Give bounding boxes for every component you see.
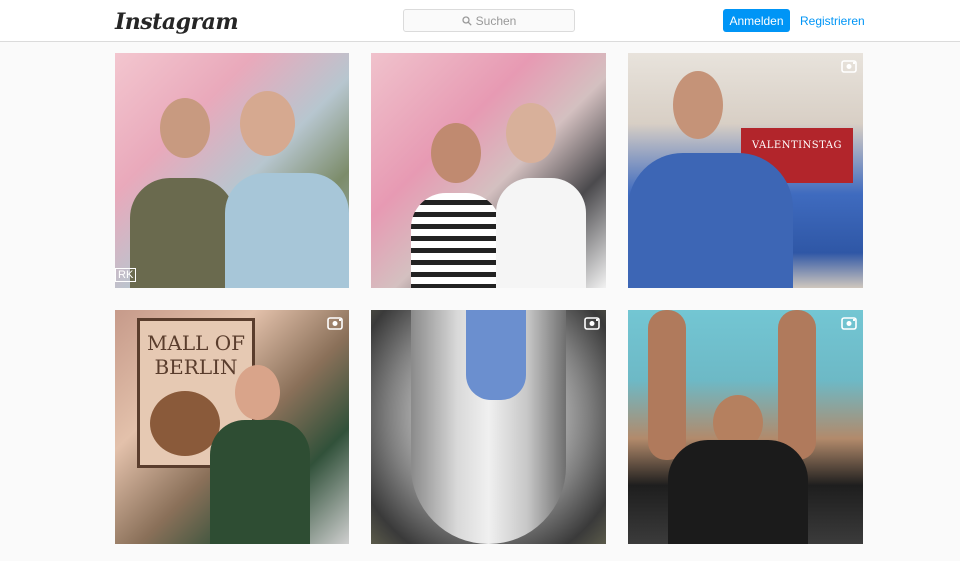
post-thumbnail-3[interactable]: VALENTINSTAG [628,53,863,288]
watermark: RK [115,268,137,282]
person-body [225,173,349,288]
person-head [673,71,723,139]
video-camera-icon [327,317,343,330]
post-thumbnail-6[interactable] [628,310,863,544]
search-input[interactable]: Suchen [403,9,575,32]
register-link[interactable]: Registrieren [800,14,865,28]
person-head [160,98,210,158]
person-head [235,365,280,420]
arm-right [778,310,816,460]
instagram-logo[interactable]: Instagram [115,9,239,35]
post-thumbnail-1[interactable]: RK [115,53,349,288]
post-thumbnail-4[interactable]: MALL OF BERLIN [115,310,349,544]
person-body [496,178,586,288]
person-head [431,123,481,183]
video-camera-icon [841,317,857,330]
video-camera-icon [584,317,600,330]
person-body [411,193,501,288]
search-icon [461,15,472,26]
person-head [506,103,556,163]
top-navigation-bar: Instagram Suchen Anmelden Registrieren [0,0,960,42]
person-body [628,153,793,288]
person-body [130,178,235,288]
post-thumbnail-2[interactable] [371,53,606,288]
teddy-bear [150,391,220,456]
search-placeholder: Suchen [475,13,517,28]
person-head [240,91,295,156]
poster-line-2: BERLIN [154,355,238,379]
video-camera-icon [841,60,857,73]
person-legs [466,310,526,400]
poster-line-1: MALL OF [146,331,246,355]
arm-left [648,310,686,460]
person-body [668,440,808,544]
login-button[interactable]: Anmelden [723,9,790,32]
post-thumbnail-5[interactable] [371,310,606,544]
person-body [210,420,310,544]
